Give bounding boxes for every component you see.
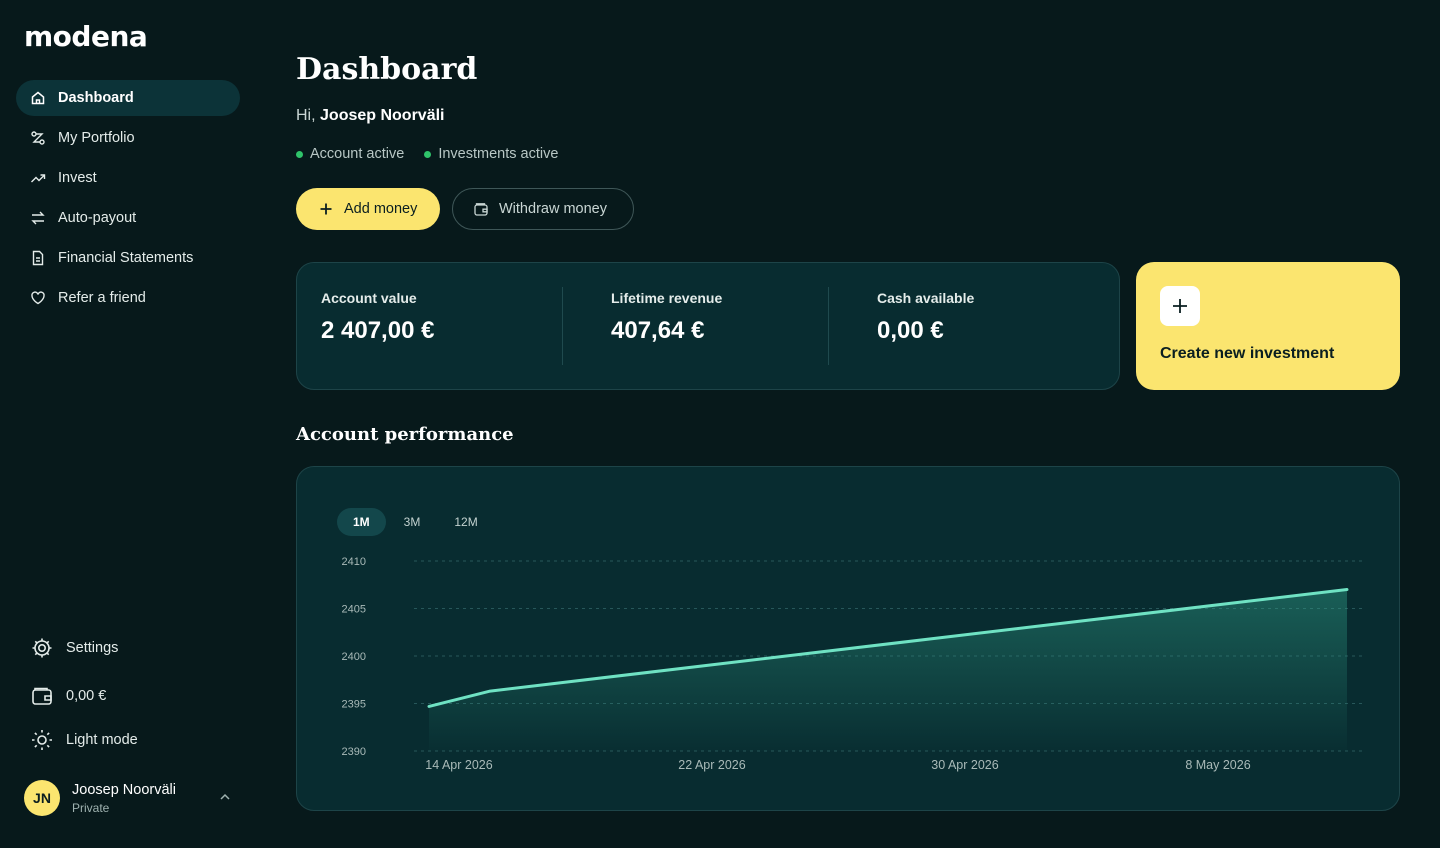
account-summary-card: Account value 2 407,00 € Lifetime revenu… [296, 262, 1120, 390]
user-menu[interactable]: JN Joosep Noorväli Private [24, 779, 240, 817]
wallet-icon [473, 201, 489, 217]
sun-icon [30, 728, 54, 752]
y-tick-label: 2395 [342, 699, 366, 711]
x-tick-label: 14 Apr 2026 [425, 758, 492, 772]
chevron-up-icon[interactable] [218, 790, 232, 804]
stat-label: Cash available [877, 290, 975, 306]
stat-label: Lifetime revenue [611, 290, 723, 306]
status-badge: Account active [296, 146, 404, 162]
sidebar-item-label: Financial Statements [58, 250, 194, 266]
range-12m[interactable]: 12M [438, 508, 493, 536]
stat-account-value: Account value 2 407,00 € [321, 290, 434, 345]
status-label: Account active [310, 146, 405, 162]
status-list: Account active Investments active [296, 146, 578, 162]
y-tick-label: 2410 [342, 556, 366, 568]
range-3m[interactable]: 3M [388, 508, 437, 536]
status-dot [296, 150, 303, 158]
sidebar-item-dashboard[interactable]: Dashboard [16, 80, 240, 116]
performance-title: Account performance [296, 424, 514, 445]
x-tick-label: 8 May 2026 [1185, 758, 1250, 772]
gear-icon [30, 636, 54, 660]
withdraw-money-label: Withdraw money [499, 201, 607, 217]
wallet-balance-value: 0,00 € [66, 688, 107, 704]
stat-value: 407,64 € [611, 317, 705, 344]
sidebar-item-label: Dashboard [58, 90, 134, 106]
wallet-icon [30, 684, 54, 708]
withdraw-money-button[interactable]: Withdraw money [452, 188, 634, 230]
sidebar-item-financial-statements[interactable]: Financial Statements [16, 240, 240, 276]
sidebar-item-auto-payout[interactable]: Auto-payout [16, 200, 240, 236]
range-selector: 1M 3M 12M [337, 508, 496, 536]
settings-label: Settings [66, 640, 119, 656]
sidebar-item-invest[interactable]: Invest [16, 160, 240, 196]
greeting: Hi, Joosep Noorväli [296, 107, 445, 125]
stat-cash-available: Cash available 0,00 € [877, 290, 974, 345]
page-title: Dashboard [296, 52, 478, 87]
create-investment-label: Create new investment [1160, 345, 1335, 362]
stat-lifetime-revenue: Lifetime revenue 407,64 € [611, 290, 722, 345]
user-name: Joosep Noorväli [72, 781, 176, 798]
home-icon [30, 90, 46, 106]
theme-toggle-label: Light mode [66, 732, 138, 748]
theme-toggle[interactable]: Light mode [30, 728, 240, 752]
sidebar-item-refer[interactable]: Refer a friend [16, 280, 240, 316]
status-badge: Investments active [424, 146, 558, 162]
sidebar-item-label: Refer a friend [58, 290, 146, 306]
trend-up-icon [30, 170, 46, 186]
series-area [429, 589, 1347, 751]
y-tick-label: 2405 [342, 604, 366, 616]
plus-icon [318, 201, 334, 217]
heart-icon [30, 290, 46, 306]
status-dot [424, 150, 432, 158]
swap-icon [30, 210, 46, 226]
greeting-user-name: Joosep Noorväli [320, 107, 445, 124]
sidebar-item-label: Auto-payout [58, 210, 137, 226]
sidebar-item-label: Invest [58, 170, 97, 186]
stat-value: 2 407,00 € [321, 317, 435, 344]
settings-link[interactable]: Settings [30, 636, 240, 660]
add-money-label: Add money [344, 201, 418, 217]
stat-divider [562, 287, 563, 365]
wallet-balance[interactable]: 0,00 € [30, 684, 240, 708]
greeting-prefix: Hi, [296, 107, 316, 124]
sidebar-item-portfolio[interactable]: My Portfolio [16, 120, 240, 156]
x-tick-label: 22 Apr 2026 [678, 758, 745, 772]
status-label: Investments active [438, 146, 559, 162]
stat-value: 0,00 € [877, 317, 944, 344]
y-tick-label: 2400 [342, 651, 366, 663]
sidebar: modena Dashboard My Portfolio Invest Aut… [0, 0, 256, 848]
brand-logo[interactable]: modena [24, 20, 148, 53]
performance-chart-card: 2390 2395 2400 2405 2410 14 Apr 2026 22 Apr 20… [296, 466, 1400, 811]
stat-label: Account value [321, 290, 417, 306]
avatar: JN [24, 780, 60, 816]
range-1m[interactable]: 1M [337, 508, 386, 536]
sidebar-item-label: My Portfolio [58, 130, 135, 146]
portfolio-icon [30, 130, 46, 146]
user-type: Private [72, 800, 110, 815]
y-tick-label: 2390 [342, 746, 366, 758]
stat-divider [828, 287, 829, 365]
sidebar-nav: Dashboard My Portfolio Invest Auto-payou… [16, 80, 240, 320]
x-tick-label: 30 Apr 2026 [931, 758, 998, 772]
document-icon [30, 250, 46, 266]
plus-icon [1160, 286, 1200, 326]
add-money-button[interactable]: Add money [296, 188, 440, 230]
create-investment-button[interactable]: Create new investment [1136, 262, 1400, 390]
